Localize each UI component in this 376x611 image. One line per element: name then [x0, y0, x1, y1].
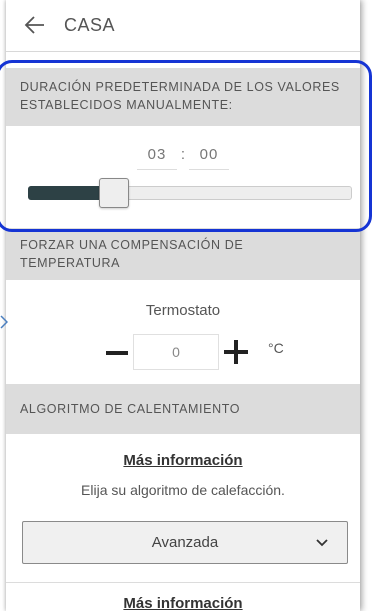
duration-time: 03:00: [6, 146, 360, 170]
more-info-link[interactable]: Más información: [123, 452, 242, 469]
selected-value: Avanzada: [151, 534, 219, 551]
section-header-duration: DURACIÓN PREDETERMINADA DE LOS VALORES E…: [6, 68, 360, 126]
pointer-arrow-icon: [0, 315, 8, 329]
duration-slider[interactable]: [28, 178, 352, 208]
chevron-down-icon: [316, 539, 328, 547]
back-button[interactable]: [24, 14, 46, 36]
algorithm-prompt: Elija su algoritmo de calefacción.: [81, 482, 285, 498]
duration-hours[interactable]: 03: [137, 146, 177, 170]
arrow-left-icon: [24, 16, 44, 34]
decrease-button[interactable]: [104, 337, 130, 367]
offset-input[interactable]: [133, 334, 219, 370]
more-info-link-2[interactable]: Más información: [123, 595, 242, 611]
time-separator: :: [180, 146, 186, 163]
header: CASA: [6, 0, 360, 52]
duration-minutes[interactable]: 00: [189, 146, 229, 170]
divider: [6, 582, 360, 583]
settings-panel: CASA DURACIÓN PREDETERMINADA DE LOS VALO…: [6, 0, 360, 611]
thermostat-label: Termostato: [145, 302, 221, 319]
section-header-offset: FORZAR UNA COMPENSACIÓN DE TEMPERATURA: [6, 228, 360, 280]
more-info-container-2: Más información: [6, 595, 360, 611]
increase-button[interactable]: [222, 337, 250, 367]
page-title: CASA: [64, 15, 116, 35]
slider-thumb[interactable]: [99, 178, 129, 208]
unit-label: °C: [268, 340, 284, 356]
more-info-container: Más información: [6, 452, 360, 470]
section-header-algorithm: ALGORITMO DE CALENTAMIENTO: [6, 384, 360, 434]
algorithm-select[interactable]: Avanzada: [22, 521, 348, 564]
